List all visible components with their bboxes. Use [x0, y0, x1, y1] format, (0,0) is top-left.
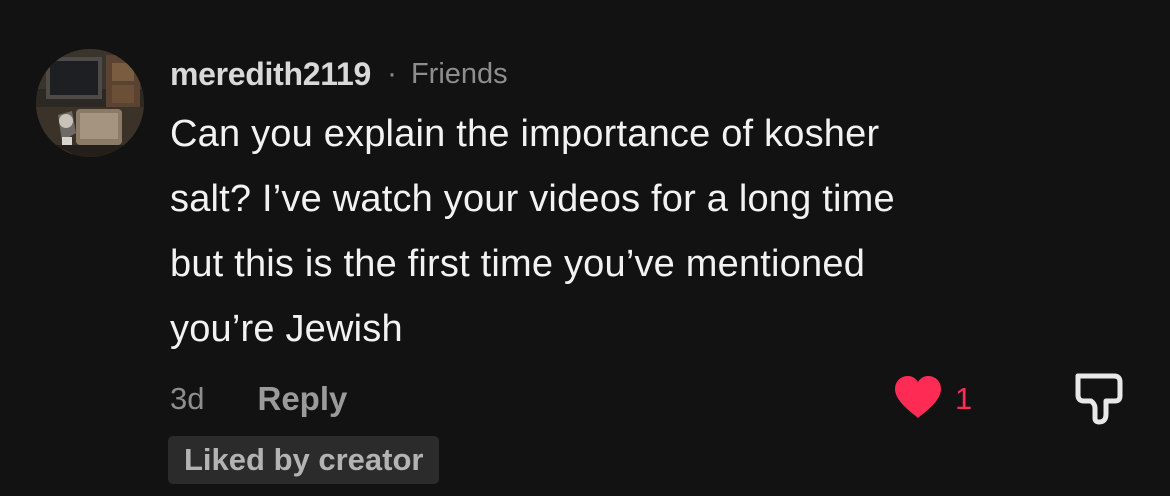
thumbs-down-icon — [1070, 373, 1128, 430]
timestamp: 3d — [170, 381, 205, 416]
comment-item: meredith2119 · Friends Can you explain t… — [0, 0, 1170, 496]
badge-label: Liked by creator — [184, 442, 424, 477]
like-count: 1 — [955, 381, 973, 416]
heart-icon — [893, 375, 943, 424]
relation-label: Friends — [410, 57, 508, 90]
comment-text-line: Can you explain the importance of kosher — [170, 113, 880, 155]
liked-by-creator-badge: Liked by creator — [168, 436, 440, 484]
username[interactable]: meredith2119 — [170, 56, 371, 93]
comment-header: meredith2119 · Friends — [170, 52, 508, 96]
comment-text: Can you explain the importance of kosher… — [170, 102, 1090, 362]
avatar[interactable] — [36, 49, 144, 157]
like-button[interactable]: 1 — [893, 372, 972, 426]
separator-dot: · — [386, 57, 397, 90]
comment-actions: 3d Reply — [170, 376, 347, 422]
dislike-button[interactable] — [1070, 370, 1128, 426]
reply-button[interactable]: Reply — [257, 380, 347, 418]
comment-text-line: salt? I’ve watch your videos for a long … — [170, 178, 895, 220]
comment-text-line: you’re Jewish — [170, 308, 403, 350]
comment-text-line: but this is the first time you’ve mentio… — [170, 243, 866, 285]
